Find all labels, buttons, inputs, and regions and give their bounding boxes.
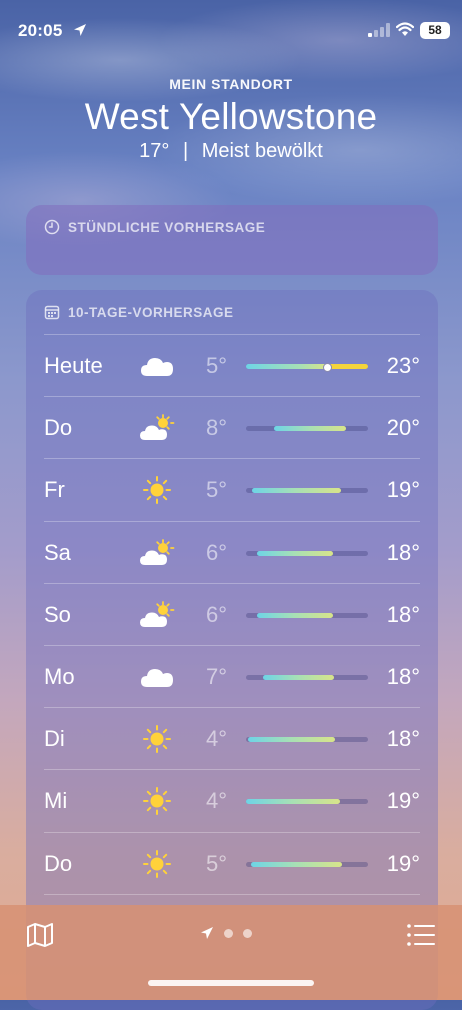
city-name: West Yellowstone bbox=[84, 96, 378, 137]
ten-day-forecast-header: 10-TAGE-VORHERSAGE bbox=[26, 290, 438, 334]
current-temperature: 17° bbox=[139, 140, 170, 162]
temperature-range-bar bbox=[246, 363, 368, 372]
hourly-forecast-card[interactable]: STÜNDLICHE VORHERSAGE bbox=[26, 205, 438, 275]
page-dot bbox=[224, 928, 233, 938]
condition-text: Meist bewölkt bbox=[201, 140, 323, 162]
forecast-row[interactable]: Do 8° 20° bbox=[26, 397, 438, 459]
current-temperature-dot bbox=[322, 363, 332, 372]
forecast-high: 19° bbox=[386, 477, 420, 503]
wifi-icon bbox=[396, 22, 414, 36]
forecast-low: 8° bbox=[206, 415, 228, 441]
forecast-low: 6° bbox=[206, 539, 228, 565]
temperature-range-fill bbox=[252, 488, 342, 494]
forecast-high: 19° bbox=[386, 788, 420, 814]
forecast-low: 4° bbox=[206, 726, 228, 752]
status-time: 20:05 bbox=[18, 21, 63, 40]
ten-day-forecast-card[interactable]: 10-TAGE-VORHERSAGE Heute 5° 23° Do 8° 20° Fr 5°… bbox=[26, 290, 438, 1010]
forecast-row[interactable]: Fr 5° 19° bbox=[26, 459, 438, 521]
hourly-forecast-header: STÜNDLICHE VORHERSAGE bbox=[26, 205, 438, 249]
page-indicator[interactable] bbox=[200, 926, 252, 940]
forecast-low: 7° bbox=[206, 664, 228, 689]
temperature-range-fill bbox=[263, 675, 334, 680]
temperature-range-bar bbox=[246, 550, 368, 556]
forecast-row[interactable]: Mo 7° 18° bbox=[26, 646, 438, 708]
battery-indicator: 58 bbox=[420, 22, 450, 39]
row-divider bbox=[44, 893, 420, 895]
temperature-range-fill bbox=[256, 612, 333, 618]
sun-icon bbox=[139, 786, 175, 816]
clock-icon bbox=[44, 219, 60, 235]
sun-icon bbox=[139, 475, 175, 505]
forecast-low: 4° bbox=[206, 788, 228, 814]
forecast-row[interactable]: Mi 4° 19° bbox=[26, 770, 438, 832]
forecast-day: Do bbox=[44, 415, 73, 441]
temperature-range-bar bbox=[246, 488, 368, 494]
temperature-range-bar bbox=[246, 861, 368, 867]
forecast-row[interactable]: Sa 6° 18° bbox=[26, 522, 438, 584]
forecast-day: Fr bbox=[44, 477, 65, 503]
forecast-row[interactable]: So 6° 18° bbox=[26, 584, 438, 646]
ten-day-forecast-title: 10-TAGE-VORHERSAGE bbox=[68, 304, 234, 320]
home-indicator[interactable] bbox=[148, 980, 314, 986]
map-icon[interactable] bbox=[26, 922, 54, 948]
temperature-range-fill bbox=[256, 550, 333, 556]
hourly-forecast-title: STÜNDLICHE VORHERSAGE bbox=[68, 219, 266, 235]
partly-sunny-icon bbox=[139, 413, 175, 443]
sun-icon bbox=[139, 724, 175, 754]
location-arrow-icon bbox=[74, 24, 86, 36]
temperature-range-fill bbox=[246, 799, 340, 805]
temperature-range-bar bbox=[246, 675, 368, 680]
forecast-high: 18° bbox=[386, 726, 420, 752]
forecast-high: 20° bbox=[386, 415, 420, 441]
forecast-high: 19° bbox=[386, 850, 420, 876]
forecast-high: 18° bbox=[386, 539, 420, 565]
forecast-low: 5° bbox=[206, 477, 228, 503]
forecast-low: 5° bbox=[206, 850, 228, 876]
forecast-row[interactable]: Heute 5° 23° bbox=[26, 335, 438, 397]
forecast-low: 6° bbox=[206, 601, 228, 627]
forecast-high: 23° bbox=[386, 353, 420, 378]
forecast-row[interactable]: Di 4° 18° bbox=[26, 708, 438, 770]
location-header: MEIN STANDORT West Yellowstone 17° | Mei… bbox=[0, 76, 462, 163]
current-location-arrow-icon bbox=[201, 927, 213, 939]
forecast-row[interactable]: Do 5° 19° bbox=[26, 833, 438, 895]
list-icon[interactable] bbox=[406, 922, 436, 948]
sun-icon bbox=[139, 849, 175, 879]
status-bar: 20:05 58 bbox=[0, 0, 462, 52]
temperature-range-fill bbox=[246, 364, 368, 369]
forecast-day: Mi bbox=[44, 788, 68, 814]
forecast-day: Sa bbox=[44, 539, 71, 565]
cloud-icon bbox=[139, 662, 175, 692]
forecast-high: 18° bbox=[386, 601, 420, 627]
partly-sunny-icon bbox=[139, 600, 175, 630]
forecast-day: Di bbox=[44, 726, 65, 752]
cloud-icon bbox=[139, 351, 175, 381]
forecast-low: 5° bbox=[206, 353, 228, 378]
partly-sunny-icon bbox=[139, 538, 175, 568]
temperature-range-fill bbox=[274, 426, 347, 432]
temperature-range-bar bbox=[246, 612, 368, 618]
current-conditions: 17° | Meist bewölkt bbox=[0, 140, 462, 163]
forecast-day: Mo bbox=[44, 664, 75, 689]
forecast-day: Heute bbox=[44, 353, 103, 378]
forecast-high: 18° bbox=[386, 664, 420, 689]
temperature-range-fill bbox=[250, 861, 343, 867]
temperature-range-bar bbox=[246, 799, 368, 805]
forecast-day: Do bbox=[44, 850, 73, 876]
page-dot bbox=[243, 928, 252, 938]
temperature-range-bar bbox=[246, 737, 368, 743]
signal-icon bbox=[368, 23, 390, 37]
location-label: MEIN STANDORT bbox=[169, 76, 293, 92]
conditions-separator: | bbox=[182, 140, 189, 162]
forecast-day: So bbox=[44, 601, 71, 627]
calendar-icon bbox=[44, 305, 60, 320]
temperature-range-fill bbox=[248, 737, 336, 743]
temperature-range-bar bbox=[246, 426, 368, 432]
